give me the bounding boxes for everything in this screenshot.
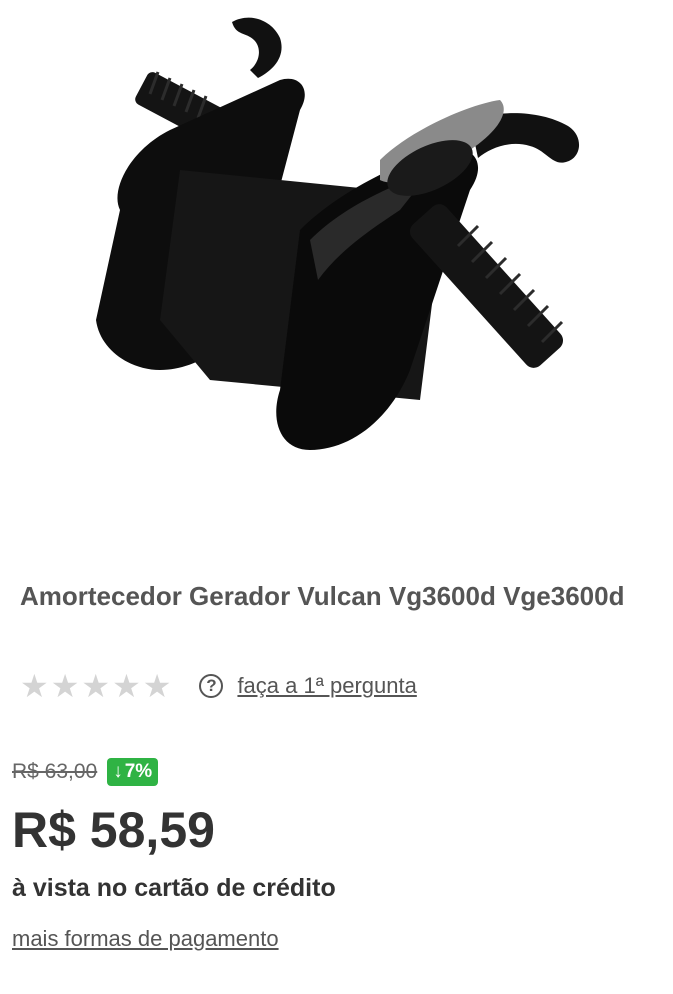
star-icon: ★ xyxy=(112,668,141,704)
ask-question-link[interactable]: ? faça a 1ª pergunta xyxy=(199,673,417,699)
star-icon: ★ xyxy=(142,668,172,704)
more-payments-link[interactable]: mais formas de pagamento xyxy=(12,926,279,952)
old-price: R$ 63,00 xyxy=(12,760,98,783)
arrow-down-icon: ↓ xyxy=(113,761,123,782)
question-icon: ? xyxy=(199,674,224,698)
current-price: R$ 58,59 xyxy=(12,802,215,858)
star-icon: ★ xyxy=(20,668,49,704)
discount-value: 7% xyxy=(124,761,153,782)
product-title: Amortecedor Gerador Vulcan Vg3600d Vge36… xyxy=(20,581,625,611)
star-icon: ★ xyxy=(50,668,80,704)
old-price-row: R$ 63,00 ↓ 7% xyxy=(12,758,159,786)
payment-note: à vista no cartão de crédito xyxy=(12,874,336,902)
discount-badge: ↓ 7% xyxy=(107,758,159,786)
product-image[interactable] xyxy=(0,0,673,540)
star-rating: ★ ★ ★ ★ ★ xyxy=(20,670,171,702)
star-icon: ★ xyxy=(81,668,111,704)
ask-question-label[interactable]: faça a 1ª pergunta xyxy=(237,673,416,699)
rating-row: ★ ★ ★ ★ ★ ? faça a 1ª pergunta xyxy=(20,666,417,706)
